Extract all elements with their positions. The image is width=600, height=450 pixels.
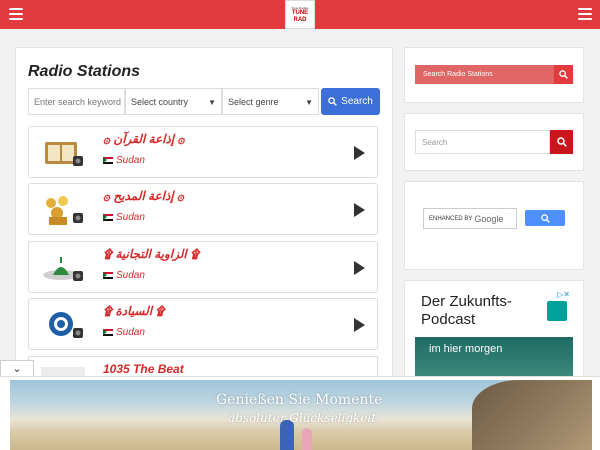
search-icon (556, 137, 567, 147)
mosque-dome-icon (43, 257, 83, 281)
station-country-label: Sudan (116, 327, 145, 338)
bottom-ad-image[interactable]: Genießen Sie Momente absoluter Glückseli… (10, 380, 592, 450)
genre-select-value: Select genre (228, 96, 279, 107)
logo-text-line2: TUNE (291, 9, 309, 16)
station-country-label: Sudan (116, 155, 145, 166)
menu-icon-right[interactable] (578, 8, 592, 20)
play-icon[interactable] (354, 146, 365, 160)
sudan-flag-icon (103, 214, 113, 221)
station-country-label: Sudan (116, 212, 145, 223)
google-enhanced-label: ENHANCED BY (429, 215, 473, 222)
country-select[interactable]: Select country ▼ (125, 88, 222, 115)
bottom-ad-line1: Genießen Sie Momente (216, 392, 383, 408)
site-search-form: Search (415, 130, 573, 154)
station-name[interactable]: 1035 The Beat (103, 362, 184, 376)
podcast-app-icon (547, 301, 567, 321)
station-item[interactable]: 1035 The Beat (28, 356, 378, 377)
station-name[interactable]: ۩ الزاوية التجانية ۩ (103, 247, 199, 262)
praise-icon (46, 196, 83, 225)
station-country: Sudan (103, 327, 145, 338)
bottom-ad[interactable]: Genießen Sie Momente absoluter Glückseli… (0, 376, 600, 450)
station-search-bar: Enter search keyword Select country ▼ Se… (28, 88, 380, 115)
site-logo[interactable]: Tune Radios TUNE RAD (285, 0, 315, 29)
chevron-down-icon: ▼ (208, 98, 216, 107)
collapse-ad-button[interactable]: ⌄ (0, 360, 34, 376)
google-brand-label: Google (474, 213, 504, 224)
site-search-input[interactable]: Search (415, 130, 550, 154)
sudan-flag-icon (103, 272, 113, 279)
search-button[interactable]: Search (321, 88, 380, 115)
sudan-flag-icon (103, 329, 113, 336)
ad-headline[interactable]: Der Zukunfts-Podcast (421, 293, 551, 329)
google-search-button[interactable] (525, 210, 565, 226)
station-name[interactable]: ۩ السيادة ۩ (103, 304, 165, 319)
country-select-value: Select country (131, 96, 189, 107)
google-search-input[interactable]: ENHANCED BY Google (423, 208, 517, 229)
site-search-button[interactable] (550, 130, 573, 154)
search-icon (328, 97, 338, 106)
chevron-down-icon: ▼ (305, 98, 313, 107)
logo-text-line3: RAD (293, 16, 307, 23)
station-name[interactable]: ۞ إذاعة المديح ۞ (103, 189, 184, 203)
ad-figure-child (302, 428, 312, 450)
play-icon[interactable] (354, 261, 365, 275)
station-name[interactable]: ۞ إذاعة القرآن ۞ (103, 132, 185, 146)
top-bar: Tune Radios TUNE RAD (0, 0, 600, 29)
station-item[interactable]: ۩ الزاوية التجانية ۩ Sudan (28, 241, 378, 293)
station-country: Sudan (103, 212, 145, 223)
ad-choices-icon[interactable]: ▷✕ (557, 290, 570, 299)
sudan-flag-icon (103, 157, 113, 164)
play-icon[interactable] (354, 318, 365, 332)
page-title: Radio Stations (28, 63, 141, 80)
quran-book-icon (45, 142, 83, 166)
genre-select[interactable]: Select genre ▼ (222, 88, 319, 115)
search-icon (559, 70, 568, 79)
station-item[interactable]: ۩ السيادة ۩ Sudan (28, 298, 378, 350)
radio-search-input[interactable]: Search Radio Stations (415, 65, 554, 84)
menu-icon[interactable] (9, 8, 23, 20)
ad-rock-shape (472, 380, 592, 450)
radio-search-form: Search Radio Stations (415, 65, 573, 84)
ad-image-text: im hier morgen (429, 343, 503, 355)
emblem-icon (49, 312, 83, 338)
play-icon[interactable] (354, 203, 365, 217)
search-icon (540, 213, 550, 223)
bottom-ad-line2: absoluter Glückseligkeit. (228, 411, 380, 425)
chevron-down-icon: ⌄ (12, 363, 22, 375)
station-country: Sudan (103, 270, 145, 281)
search-button-label: Search (341, 96, 373, 107)
radio-search-button[interactable] (554, 65, 573, 84)
station-country-label: Sudan (116, 270, 145, 281)
station-item[interactable]: ۞ إذاعة القرآن ۞ Sudan (28, 126, 378, 178)
station-country: Sudan (103, 155, 145, 166)
station-item[interactable]: ۞ إذاعة المديح ۞ Sudan (28, 183, 378, 235)
keyword-input[interactable]: Enter search keyword (28, 88, 125, 115)
